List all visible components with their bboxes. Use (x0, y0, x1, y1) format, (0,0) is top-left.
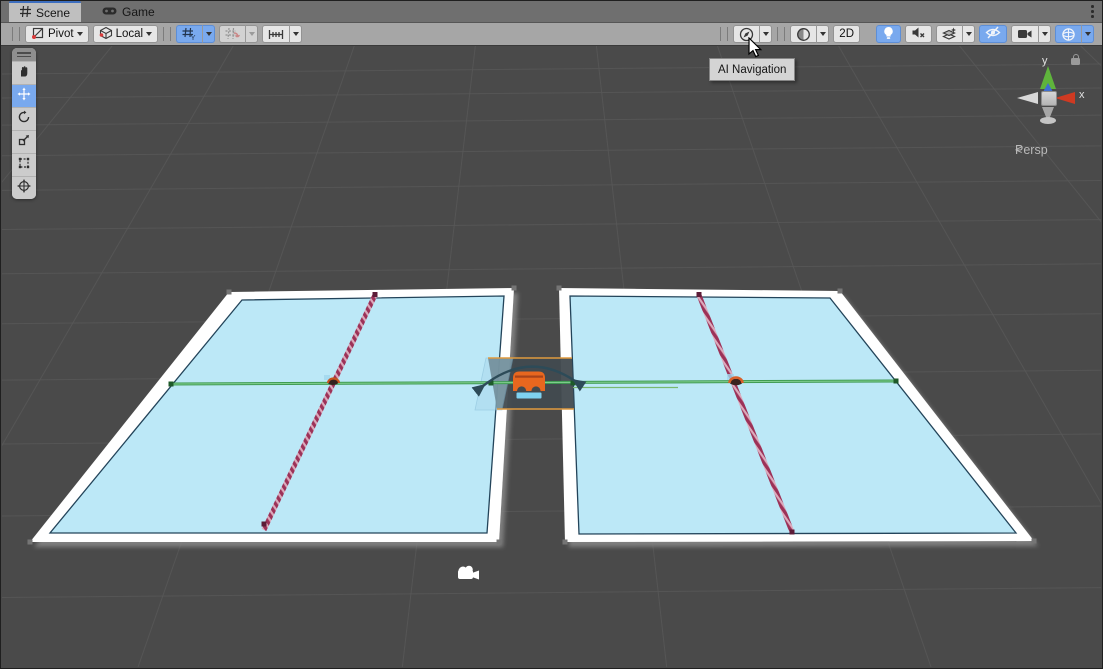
padlock-icon[interactable] (1071, 58, 1080, 65)
scene-content (2, 46, 1101, 667)
shading-mode-button[interactable] (790, 25, 816, 43)
hidden-objects-button[interactable] (979, 25, 1007, 43)
scene-viewport[interactable]: y x < Persp (2, 46, 1101, 667)
gizmos-dropdown[interactable] (1081, 25, 1094, 43)
move-icon (17, 87, 31, 106)
unity-scene-window: Scene Game Pivot Local (0, 0, 1103, 669)
tab-game[interactable]: Game (91, 1, 166, 22)
gizmos-split-button (1055, 25, 1094, 43)
mouse-cursor-icon (748, 37, 764, 59)
rect-icon (17, 156, 31, 175)
speaker-mute-icon (911, 26, 926, 42)
grid-visibility-split-button: Y (176, 25, 215, 43)
chevron-down-icon (249, 32, 255, 36)
effects-split-button (936, 25, 975, 43)
hand-tool-button[interactable] (12, 61, 36, 84)
pivot-label: Pivot (48, 28, 74, 40)
grid-visibility-dropdown[interactable] (202, 25, 215, 43)
toolbar-drag-handle[interactable] (163, 27, 171, 41)
tab-label: Scene (36, 6, 70, 20)
camera-gizmo-icon[interactable] (458, 566, 479, 580)
eye-slash-icon (985, 26, 1001, 42)
grid-icon (20, 6, 31, 20)
svg-text:Y: Y (191, 33, 196, 41)
chevron-down-icon (966, 32, 972, 36)
audio-mute-button[interactable] (905, 25, 932, 43)
transform-icon (17, 179, 31, 198)
effects-button[interactable] (936, 25, 962, 43)
snap-grid-dropdown[interactable] (245, 25, 258, 43)
tooltip-text: AI Navigation (718, 64, 786, 76)
neg-y-axis-cone-base (1040, 117, 1056, 124)
chevron-down-icon (77, 32, 83, 36)
cube-icon (99, 26, 113, 43)
pivot-icon (31, 26, 45, 43)
camera-settings-dropdown[interactable] (1038, 25, 1051, 43)
chevron-down-icon (1042, 32, 1048, 36)
scale-tool-button[interactable] (12, 130, 36, 153)
palette-drag-handle[interactable] (12, 48, 36, 61)
neg-z-axis-cone[interactable] (1017, 92, 1038, 104)
kebab-menu-icon[interactable] (1091, 5, 1094, 18)
effects-dropdown[interactable] (962, 25, 975, 43)
tab-bar: Scene Game (1, 1, 1102, 23)
snap-increment-split-button (262, 25, 302, 43)
navmesh-surface-left[interactable] (28, 286, 517, 545)
tooltip: AI Navigation (709, 58, 795, 81)
snap-grid-button[interactable] (219, 25, 245, 43)
gizmo-center-cube[interactable] (1041, 91, 1057, 106)
grid-visibility-button[interactable]: Y (176, 25, 202, 43)
tab-label: Game (122, 5, 155, 19)
projection-label: Persp (1015, 143, 1048, 157)
orientation-button[interactable]: Local (93, 25, 159, 43)
chevron-down-icon (293, 32, 299, 36)
toolbar-drag-handle[interactable] (720, 27, 728, 41)
gamepad-icon (102, 5, 117, 19)
chevron-down-icon (206, 32, 212, 36)
x-axis-label: x (1079, 89, 1085, 101)
tool-palette (12, 48, 36, 199)
snap-increment-dropdown[interactable] (289, 25, 302, 43)
snap-grid-split-button (219, 25, 258, 43)
pivot-button[interactable]: Pivot (25, 25, 89, 43)
tab-scene[interactable]: Scene (9, 1, 81, 22)
toolbar-drag-handle[interactable] (777, 27, 785, 41)
navmesh-surface-right[interactable] (557, 286, 1037, 545)
x-axis-cone[interactable] (1055, 92, 1075, 104)
rotate-tool-button[interactable] (12, 107, 36, 130)
navmesh-link-bridge-icon[interactable] (513, 372, 545, 399)
rect-tool-button[interactable] (12, 153, 36, 176)
hand-icon (17, 64, 31, 83)
orientation-label: Local (116, 28, 144, 40)
camera-settings-button[interactable] (1011, 25, 1038, 43)
rotate-icon (17, 110, 31, 129)
toolbar-drag-handle[interactable] (12, 27, 20, 41)
scene-lighting-button[interactable] (876, 25, 901, 43)
chevron-down-icon (146, 32, 152, 36)
chevron-down-icon (820, 32, 826, 36)
2d-label: 2D (839, 28, 854, 40)
lightbulb-icon (882, 26, 895, 43)
transform-tool-button[interactable] (12, 176, 36, 199)
chevron-down-icon (1085, 32, 1091, 36)
shading-mode-dropdown[interactable] (816, 25, 829, 43)
2d-toggle-button[interactable]: 2D (833, 25, 860, 43)
scale-icon (17, 133, 31, 152)
gizmos-button[interactable] (1055, 25, 1081, 43)
shading-mode-split-button (790, 25, 829, 43)
orientation-gizmo: y x < Persp (995, 51, 1095, 163)
chevron-down-icon (763, 32, 769, 36)
scene-toolbar: Pivot Local Y (1, 23, 1102, 46)
move-tool-button[interactable] (12, 84, 36, 107)
camera-split-button (1011, 25, 1051, 43)
snap-increment-button[interactable] (262, 25, 289, 43)
